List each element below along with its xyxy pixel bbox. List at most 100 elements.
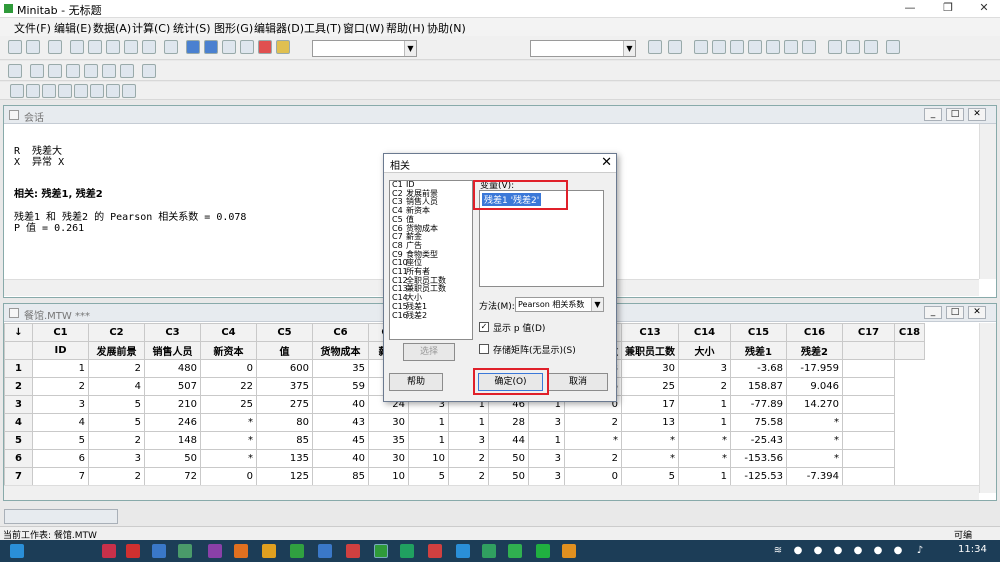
- cell[interactable]: 1: [678, 395, 731, 414]
- cell[interactable]: 50: [488, 449, 529, 468]
- cell[interactable]: 3: [528, 413, 565, 432]
- minimize-button[interactable]: —: [900, 1, 920, 15]
- cell[interactable]: -17.959: [786, 359, 843, 378]
- worksheet-horizontal-scrollbar[interactable]: [4, 485, 979, 500]
- column-header[interactable]: [842, 341, 895, 360]
- cell[interactable]: 4: [88, 377, 145, 396]
- cell[interactable]: [842, 377, 895, 396]
- cell[interactable]: 30: [621, 359, 679, 378]
- graph-combo[interactable]: ▼: [312, 40, 417, 57]
- cell[interactable]: 2: [564, 413, 622, 432]
- worksheet-maximize-button[interactable]: □: [946, 306, 964, 319]
- cell[interactable]: *: [200, 449, 257, 468]
- menu-data[interactable]: 数据(A): [93, 20, 131, 36]
- insert-cells-icon[interactable]: [30, 64, 44, 78]
- cell[interactable]: *: [200, 431, 257, 450]
- tool-icon-7[interactable]: [802, 40, 816, 54]
- line-tool-icon[interactable]: [74, 84, 88, 98]
- column-header[interactable]: 大小: [678, 341, 731, 360]
- cell[interactable]: 50: [488, 467, 529, 486]
- tool-icon-9[interactable]: [846, 40, 860, 54]
- cell[interactable]: 3: [528, 467, 565, 486]
- delete-icon[interactable]: [648, 40, 662, 54]
- menu-file[interactable]: 文件(F): [14, 20, 51, 36]
- column-header[interactable]: C18: [894, 323, 925, 342]
- save-icon[interactable]: [26, 40, 40, 54]
- help-icon[interactable]: [240, 40, 254, 54]
- column-header[interactable]: 新资本: [200, 341, 257, 360]
- menu-assist[interactable]: 协助(N): [427, 20, 466, 36]
- cell[interactable]: 3: [678, 359, 731, 378]
- app-icon-2[interactable]: [126, 544, 140, 558]
- rectangle-tool-icon[interactable]: [42, 84, 56, 98]
- cell[interactable]: 6: [32, 449, 89, 468]
- cell[interactable]: 5: [88, 413, 145, 432]
- column-header[interactable]: C14: [678, 323, 731, 342]
- cell[interactable]: 2: [448, 449, 489, 468]
- close-button[interactable]: ✕: [974, 1, 994, 15]
- cell[interactable]: 59: [312, 377, 369, 396]
- cell[interactable]: [842, 359, 895, 378]
- cell[interactable]: 30: [368, 413, 409, 432]
- tool-icon-10[interactable]: [864, 40, 878, 54]
- app-icon-10[interactable]: [346, 544, 360, 558]
- cell[interactable]: 507: [144, 377, 201, 396]
- column-list-item[interactable]: C16 残差2: [390, 311, 472, 321]
- column-header[interactable]: C15: [730, 323, 787, 342]
- cut-icon[interactable]: [70, 40, 84, 54]
- select-button[interactable]: 选择: [403, 343, 455, 361]
- app-icon-15[interactable]: [482, 544, 496, 558]
- column-header[interactable]: 货物成本: [312, 341, 369, 360]
- menu-graph[interactable]: 图形(G): [214, 20, 253, 36]
- cell[interactable]: 5: [408, 467, 449, 486]
- cell[interactable]: [842, 395, 895, 414]
- menu-calc[interactable]: 计算(C): [132, 20, 170, 36]
- column-header[interactable]: C13: [621, 323, 679, 342]
- cell[interactable]: 4: [32, 413, 89, 432]
- cell[interactable]: 25: [621, 377, 679, 396]
- cell[interactable]: *: [678, 449, 731, 468]
- arrow-up-icon[interactable]: [186, 40, 200, 54]
- cell[interactable]: 480: [144, 359, 201, 378]
- column-header[interactable]: 残差1: [730, 341, 787, 360]
- cell[interactable]: 135: [256, 449, 313, 468]
- cell[interactable]: 125: [256, 467, 313, 486]
- insert-cols-icon[interactable]: [66, 64, 80, 78]
- eraser-icon[interactable]: [142, 64, 156, 78]
- menu-stat[interactable]: 统计(S): [173, 20, 211, 36]
- cell[interactable]: *: [621, 449, 679, 468]
- cell[interactable]: 1: [678, 413, 731, 432]
- cell[interactable]: 2: [678, 377, 731, 396]
- fx-icon[interactable]: [8, 64, 22, 78]
- cell[interactable]: 148: [144, 431, 201, 450]
- brush-combo[interactable]: ▼: [530, 40, 636, 57]
- tool-icon-8[interactable]: [828, 40, 842, 54]
- cell[interactable]: 35: [312, 359, 369, 378]
- session-minimize-button[interactable]: _: [924, 108, 942, 121]
- cell[interactable]: 43: [312, 413, 369, 432]
- app-icon-18[interactable]: [562, 544, 576, 558]
- text-tool-icon[interactable]: [26, 84, 40, 98]
- cell[interactable]: 35: [368, 431, 409, 450]
- cell[interactable]: 600: [256, 359, 313, 378]
- cell[interactable]: 1: [528, 431, 565, 450]
- cell[interactable]: 210: [144, 395, 201, 414]
- ie-icon[interactable]: [456, 544, 470, 558]
- cell[interactable]: 13: [621, 413, 679, 432]
- cancel-icon[interactable]: [258, 40, 272, 54]
- ellipse-tool-icon[interactable]: [58, 84, 72, 98]
- menu-tools[interactable]: 工具(T): [304, 20, 341, 36]
- cell[interactable]: 75.58: [730, 413, 787, 432]
- cell[interactable]: 275: [256, 395, 313, 414]
- cell[interactable]: 85: [312, 467, 369, 486]
- tray-icon-4[interactable]: ●: [852, 545, 864, 557]
- cell[interactable]: -77.89: [730, 395, 787, 414]
- cell[interactable]: [842, 467, 895, 486]
- column-header[interactable]: C17: [842, 323, 895, 342]
- column-header[interactable]: C5: [256, 323, 313, 342]
- cell[interactable]: 5: [32, 431, 89, 450]
- cell[interactable]: 22: [200, 377, 257, 396]
- onenote-icon[interactable]: [208, 544, 222, 558]
- cell[interactable]: 40: [312, 395, 369, 414]
- cell[interactable]: 246: [144, 413, 201, 432]
